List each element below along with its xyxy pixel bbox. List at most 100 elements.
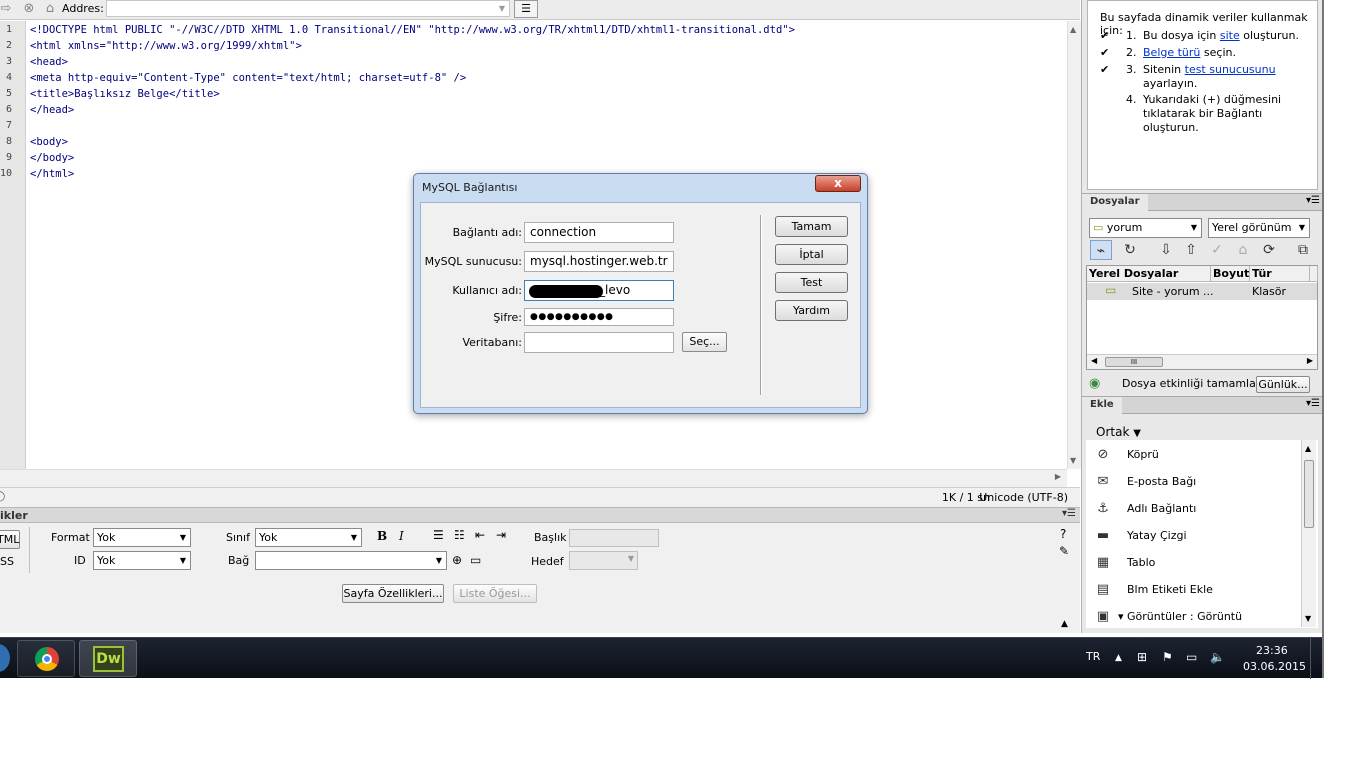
test-button[interactable]: Test: [775, 272, 848, 293]
column-header[interactable]: [1310, 266, 1318, 282]
encoding-status[interactable]: Unicode (UTF-8): [979, 491, 1068, 504]
insert-category-select[interactable]: Ortak ▼: [1096, 425, 1141, 439]
connection-name-input[interactable]: connection: [524, 222, 674, 243]
site-select[interactable]: ▭ yorum ▼: [1089, 218, 1202, 238]
username-input[interactable]: _levo: [524, 280, 674, 301]
insert-scrollbar[interactable]: ▲ ▼: [1301, 440, 1316, 627]
collapse-icon[interactable]: ▲: [1061, 619, 1068, 629]
scroll-down-icon[interactable]: ▼: [1305, 614, 1311, 623]
forward-icon[interactable]: ⇨: [0, 1, 14, 17]
id-select[interactable]: Yok ▼: [93, 551, 191, 570]
get-files-icon[interactable]: ⇩: [1155, 240, 1177, 260]
code-line[interactable]: <meta http-equiv="Content-Type" content=…: [30, 72, 466, 84]
insert-horizontal-rule[interactable]: ▬ Yatay Çizgi: [1094, 527, 1294, 549]
connect-icon[interactable]: ⌁: [1090, 240, 1112, 260]
code-line[interactable]: </body>: [30, 152, 74, 164]
column-header[interactable]: Boyut: [1211, 266, 1250, 282]
site-link[interactable]: site: [1220, 29, 1240, 42]
scroll-thumb[interactable]: III: [1105, 357, 1163, 367]
properties-panel-header[interactable]: ikler ▾☰: [0, 507, 1080, 523]
dreamweaver-taskbar-button[interactable]: Dw: [79, 640, 137, 677]
mysql-server-input[interactable]: mysql.hostinger.web.tr: [524, 251, 674, 272]
scroll-thumb[interactable]: [1304, 460, 1314, 528]
code-vertical-scrollbar[interactable]: ▲ ▼: [1067, 21, 1081, 469]
scroll-up-icon[interactable]: ▲: [1070, 25, 1076, 34]
view-select[interactable]: Yerel görünüm ▼: [1208, 218, 1310, 238]
table-row[interactable]: ▭ Site - yorum ... Klasör: [1087, 283, 1317, 300]
insert-panel-header[interactable]: Ekle ▾☰: [1082, 396, 1323, 414]
doc-type-link[interactable]: Belge türü: [1143, 46, 1200, 59]
view-options-button[interactable]: ☰: [514, 0, 538, 18]
help-button[interactable]: Yardım: [775, 300, 848, 321]
html-mode-button[interactable]: TML: [0, 530, 20, 549]
scroll-left-icon[interactable]: ◀: [1091, 356, 1097, 365]
outdent-icon[interactable]: ⇤: [475, 528, 485, 542]
panel-menu-icon[interactable]: ▾☰: [1062, 508, 1076, 519]
stop-icon[interactable]: ⊗: [21, 1, 37, 17]
log-button[interactable]: Günlük...: [1256, 376, 1310, 393]
format-select[interactable]: Yok ▼: [93, 528, 191, 547]
checkout-icon[interactable]: ✓: [1206, 240, 1228, 260]
expand-icon[interactable]: ⧉: [1292, 240, 1314, 260]
panel-menu-icon[interactable]: ▾☰: [1306, 398, 1320, 409]
chevron-down-icon[interactable]: ▼: [499, 1, 505, 17]
clock-time[interactable]: 23:36: [1256, 644, 1288, 657]
volume-icon[interactable]: 🔈: [1210, 650, 1225, 664]
start-button[interactable]: [0, 644, 10, 672]
code-line[interactable]: <title>Başlıksız Belge</title>: [30, 88, 220, 100]
address-input[interactable]: ▼: [106, 0, 510, 17]
select-database-button[interactable]: Seç...: [682, 332, 727, 352]
synchronize-icon[interactable]: ⟳: [1258, 240, 1280, 260]
css-mode-button[interactable]: SS: [0, 555, 14, 568]
show-hidden-icons[interactable]: ▲: [1115, 653, 1122, 663]
point-to-file-icon[interactable]: ⊕: [452, 553, 462, 567]
action-center-icon[interactable]: ⚑: [1162, 650, 1173, 664]
page-properties-button[interactable]: Sayfa Özellikleri...: [342, 584, 444, 603]
quick-tag-editor-icon[interactable]: ✎: [1059, 544, 1069, 558]
insert-images[interactable]: ▣ ▾ Görüntüler : Görüntü: [1094, 608, 1294, 630]
windows-flag-icon[interactable]: ⊞: [1137, 650, 1147, 664]
unordered-list-icon[interactable]: ☰: [433, 528, 444, 542]
code-line[interactable]: <body>: [30, 136, 68, 148]
insert-table[interactable]: ▦ Tablo: [1094, 554, 1294, 576]
checkin-icon[interactable]: ⌂: [1232, 240, 1254, 260]
ok-button[interactable]: Tamam: [775, 216, 848, 237]
column-header[interactable]: Tür: [1250, 266, 1310, 282]
insert-div-tag[interactable]: ▤ Blm Etiketi Ekle: [1094, 581, 1294, 603]
code-line[interactable]: <!DOCTYPE html PUBLIC "-//W3C//DTD XHTML…: [30, 24, 795, 36]
help-icon[interactable]: ?: [1060, 527, 1066, 541]
insert-hyperlink[interactable]: ⊘ Köprü: [1094, 446, 1294, 468]
link-input[interactable]: ▼: [255, 551, 447, 570]
code-line[interactable]: <head>: [30, 56, 68, 68]
show-desktop-button[interactable]: [1310, 638, 1322, 679]
browse-folder-icon[interactable]: ▭: [470, 553, 481, 567]
cancel-button[interactable]: İptal: [775, 244, 848, 265]
indent-icon[interactable]: ⇥: [496, 528, 506, 542]
tab-files[interactable]: Dosyalar: [1082, 194, 1148, 211]
tab-insert[interactable]: Ekle: [1082, 397, 1122, 414]
put-files-icon[interactable]: ⇧: [1180, 240, 1202, 260]
refresh-icon[interactable]: ↻: [1119, 240, 1141, 260]
insert-email-link[interactable]: ✉ E-posta Bağı: [1094, 473, 1294, 495]
scroll-up-icon[interactable]: ▲: [1305, 444, 1311, 453]
home-icon[interactable]: ⌂: [42, 1, 58, 17]
scroll-down-icon[interactable]: ▼: [1070, 456, 1076, 465]
scroll-right-icon[interactable]: ▶: [1307, 356, 1313, 365]
class-select[interactable]: Yok ▼: [255, 528, 362, 547]
ordered-list-icon[interactable]: ☷: [454, 528, 465, 542]
italic-button[interactable]: I: [399, 529, 404, 543]
bold-button[interactable]: B: [377, 529, 387, 543]
database-input[interactable]: [524, 332, 674, 353]
files-horizontal-scrollbar[interactable]: ◀ III ▶: [1087, 354, 1317, 369]
insert-named-anchor[interactable]: ⚓ Adlı Bağlantı: [1094, 500, 1294, 522]
files-panel-header[interactable]: Dosyalar ▾☰: [1082, 193, 1323, 211]
chrome-taskbar-button[interactable]: [17, 640, 75, 677]
clock-date[interactable]: 03.06.2015: [1243, 660, 1306, 673]
language-indicator[interactable]: TR: [1086, 650, 1100, 663]
list-item-button[interactable]: Liste Öğesi...: [453, 584, 537, 603]
title-input[interactable]: [569, 529, 659, 547]
target-select[interactable]: ▼: [569, 551, 638, 570]
scroll-right-icon[interactable]: ▶: [1055, 472, 1061, 481]
test-server-link[interactable]: test sunucusunu: [1185, 63, 1276, 76]
network-icon[interactable]: ▭: [1186, 650, 1197, 664]
